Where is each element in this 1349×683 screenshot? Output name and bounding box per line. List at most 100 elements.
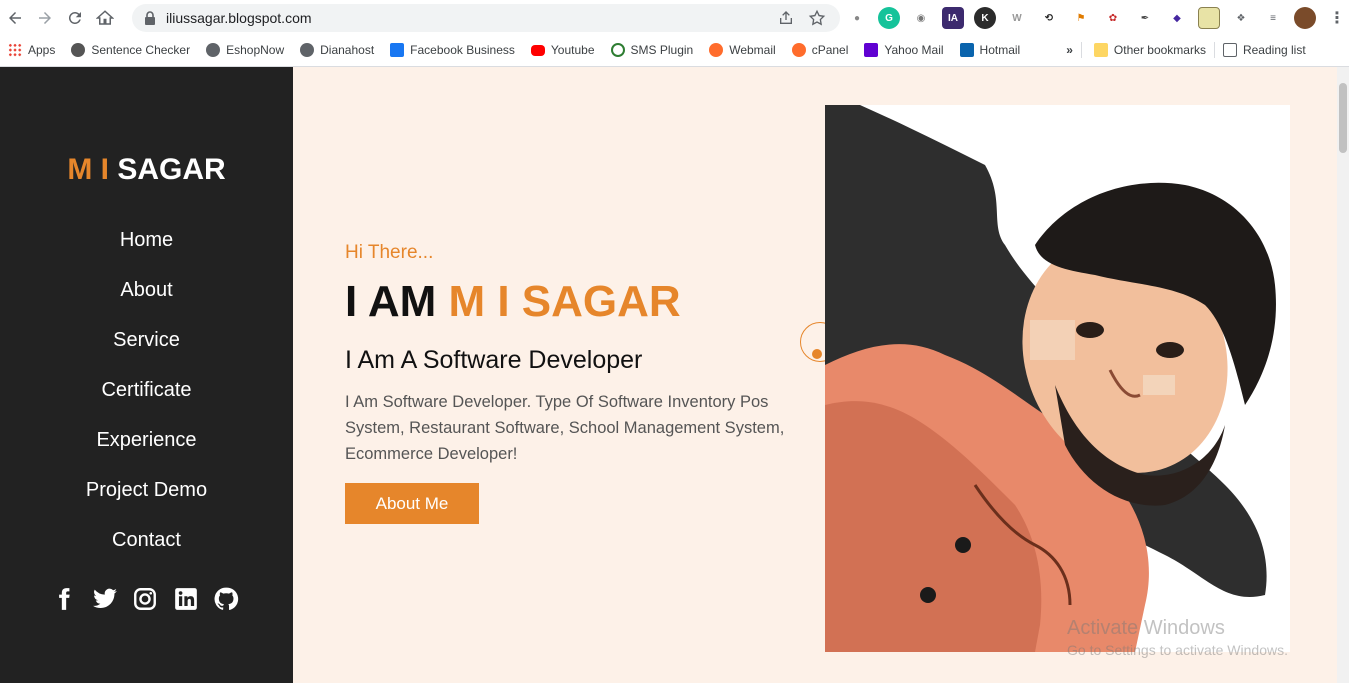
w-extension-icon[interactable]: W xyxy=(1006,7,1028,29)
bug-extension-icon[interactable]: ✿ xyxy=(1102,7,1124,29)
eyedropper-extension-icon[interactable]: ✒ xyxy=(1134,7,1156,29)
owl-icon xyxy=(71,43,86,57)
bookmark-webmail[interactable]: Webmail xyxy=(701,37,783,63)
extensions-puzzle-icon[interactable]: ❖ xyxy=(1230,7,1252,29)
media-control-icon[interactable]: ≡ xyxy=(1262,7,1284,29)
facebook-icon[interactable] xyxy=(50,585,78,613)
notes-extension-icon[interactable] xyxy=(1198,7,1220,29)
bookmark-yahoo-mail[interactable]: Yahoo Mail xyxy=(856,37,951,63)
nav-certificate[interactable]: Certificate xyxy=(0,375,293,425)
nav-service[interactable]: Service xyxy=(0,325,293,375)
linkedin-icon[interactable] xyxy=(172,585,200,613)
bookmark-youtube[interactable]: Youtube xyxy=(523,37,603,63)
about-me-button[interactable]: About Me xyxy=(345,483,479,524)
reading-list-label: Reading list xyxy=(1242,43,1306,57)
bookmark-label: Apps xyxy=(28,43,56,57)
bookmark-label: EshopNow xyxy=(226,43,285,57)
bookmark-cpanel[interactable]: cPanel xyxy=(784,37,857,63)
watermark-subtitle: Go to Settings to activate Windows. xyxy=(1067,642,1288,658)
bookmark-label: SMS Plugin xyxy=(630,43,694,57)
bookmark-star-icon[interactable] xyxy=(808,9,826,27)
bookmark-label: Youtube xyxy=(550,43,595,57)
nav-experience[interactable]: Experience xyxy=(0,425,293,475)
bookmark-label: Dianahost xyxy=(320,43,375,57)
reading-list-button[interactable]: Reading list xyxy=(1215,37,1314,63)
nav-project-demo[interactable]: Project Demo xyxy=(0,475,293,525)
grammarly-icon[interactable]: G xyxy=(878,7,900,29)
bookmark-label: Other bookmarks xyxy=(1113,43,1206,57)
bookmarks-bar: Apps Sentence Checker EshopNow Dianahost… xyxy=(0,36,1349,64)
cube-extension-icon[interactable]: ◆ xyxy=(1166,7,1188,29)
ia-extension-icon[interactable]: IA xyxy=(942,7,964,29)
browser-toolbar: iliussagar.blogspot.com ● G ◉ IA K W ⟲ ⚑… xyxy=(0,0,1349,36)
bookmark-hotmail[interactable]: Hotmail xyxy=(952,37,1029,63)
github-icon[interactable] xyxy=(212,585,240,613)
bookmark-label: Facebook Business xyxy=(410,43,515,57)
bookmark-sentence-checker[interactable]: Sentence Checker xyxy=(63,37,198,63)
social-links xyxy=(50,585,240,613)
url-text[interactable]: iliussagar.blogspot.com xyxy=(166,10,312,26)
hero-greeting: Hi There... xyxy=(345,242,434,263)
bookmark-label: Hotmail xyxy=(979,43,1021,57)
nav-home[interactable]: Home xyxy=(0,225,293,275)
headline-name: M I SAGAR xyxy=(448,277,681,326)
share-icon[interactable] xyxy=(778,10,794,26)
hero-description: I Am Software Developer. Type Of Softwar… xyxy=(345,393,785,463)
bookmark-sms-plugin[interactable]: SMS Plugin xyxy=(603,37,702,63)
folder-icon xyxy=(1093,43,1108,57)
bookmarks-overflow-button[interactable]: » xyxy=(1058,37,1081,63)
undo-extension-icon[interactable]: ⟲ xyxy=(1038,7,1060,29)
outlook-icon xyxy=(959,43,974,57)
bookmark-label: Sentence Checker xyxy=(91,43,191,57)
bookmarks-divider xyxy=(1080,42,1082,58)
decorative-dot xyxy=(812,349,822,359)
lock-icon[interactable] xyxy=(144,11,156,25)
bookmark-label: Yahoo Mail xyxy=(884,43,944,57)
bookmark-eshopnow[interactable]: EshopNow xyxy=(198,37,292,63)
twitter-icon[interactable] xyxy=(91,585,119,613)
forward-arrow-icon[interactable] xyxy=(30,3,60,33)
sidebar: M I SAGAR Home About Service Certificate… xyxy=(0,67,293,683)
headline-prefix: I AM xyxy=(345,277,437,326)
bookmark-dianahost[interactable]: Dianahost xyxy=(292,37,382,63)
address-bar[interactable]: iliussagar.blogspot.com xyxy=(132,4,840,32)
cpanel-icon xyxy=(791,43,806,57)
cpanel-icon xyxy=(709,43,724,57)
back-arrow-icon[interactable] xyxy=(0,3,30,33)
menu-kebab-icon[interactable]: ⋮ xyxy=(1326,7,1348,29)
nav-about[interactable]: About xyxy=(0,275,293,325)
k-extension-icon[interactable]: K xyxy=(974,7,996,29)
hero-subtitle: I Am A Software Developer xyxy=(345,346,643,374)
apps-grid-icon xyxy=(8,43,22,57)
bookmark-label: Webmail xyxy=(729,43,776,57)
globe-icon xyxy=(300,43,315,57)
scrollbar-thumb[interactable] xyxy=(1339,83,1347,153)
sms-plugin-icon xyxy=(610,43,625,57)
main-nav: Home About Service Certificate Experienc… xyxy=(0,225,293,575)
bookmark-apps[interactable]: Apps xyxy=(0,37,63,63)
youtube-icon xyxy=(530,44,545,56)
web-page: M I SAGAR Home About Service Certificate… xyxy=(0,67,1349,683)
globe-extension-icon[interactable]: ● xyxy=(846,7,868,29)
hero-section: Hi There... I AM M I SAGAR I Am A Softwa… xyxy=(345,242,815,524)
page-scrollbar[interactable] xyxy=(1337,67,1349,683)
facebook-icon xyxy=(390,43,405,57)
logo-main: SAGAR xyxy=(117,153,226,186)
flag-extension-icon[interactable]: ⚑ xyxy=(1070,7,1092,29)
extensions-bar: ● G ◉ IA K W ⟲ ⚑ ✿ ✒ ◆ ❖ ≡ ⋮ xyxy=(846,6,1348,30)
reload-icon[interactable] xyxy=(60,3,90,33)
profile-avatar-icon[interactable] xyxy=(1294,7,1316,29)
hero-headline: I AM M I SAGAR xyxy=(345,278,815,326)
home-icon[interactable] xyxy=(90,3,120,33)
camera-icon[interactable]: ◉ xyxy=(910,7,932,29)
logo-accent: M I xyxy=(67,153,109,186)
profile-portrait-image xyxy=(825,105,1290,652)
instagram-icon[interactable] xyxy=(131,585,159,613)
bookmark-label: cPanel xyxy=(811,43,849,57)
nav-contact[interactable]: Contact xyxy=(0,525,293,575)
reading-list-icon xyxy=(1222,43,1237,57)
site-logo[interactable]: M I SAGAR xyxy=(0,153,293,187)
bookmark-other-bookmarks[interactable]: Other bookmarks xyxy=(1086,37,1214,63)
watermark-title: Activate Windows xyxy=(1067,617,1225,639)
bookmark-facebook-business[interactable]: Facebook Business xyxy=(382,37,523,63)
